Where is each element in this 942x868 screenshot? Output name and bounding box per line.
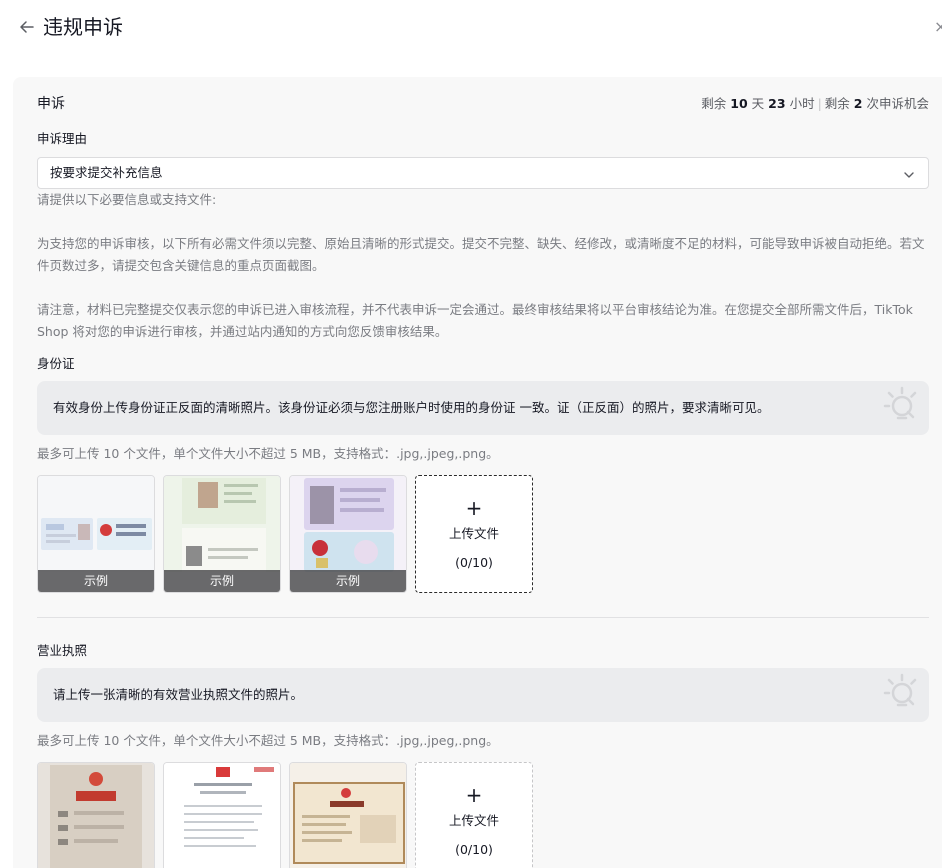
upload-count: (0/10) [455,555,493,570]
lightbulb-icon [881,672,921,712]
section-divider [37,617,929,618]
license-sample-2[interactable]: 示例 [163,762,281,868]
reason-label: 申诉理由 [37,131,88,146]
license-sample-1[interactable]: 示例 [37,762,155,868]
upload-label: 上传文件 [448,813,499,828]
license-tip-box: 请上传一张清晰的有效营业执照文件的照片。 [37,668,929,722]
lightbulb-icon [881,385,921,425]
license-photo-sample-image [38,763,154,868]
sample-caption: 示例 [38,570,154,592]
id-card-label: 身份证 [37,356,75,371]
remaining-chances: 2 [853,96,863,111]
reason-hint: 请提供以下必要信息或支持文件: [37,192,217,207]
hk-id-sample-image [290,476,406,572]
license-limit: 最多可上传 10 个文件，单个文件大小不超过 5 MB，支持格式：.jpg,.j… [37,733,499,748]
reason-selected-value: 按要求提交补充信息 [50,165,163,180]
license-certificate-sample-image [290,763,406,868]
id-card-sample-3[interactable]: 示例 [289,475,407,593]
section-title: 申诉 [37,96,65,112]
remaining-time: 剩余 10 天 23 小时 | 剩余 2 次申诉机会 [701,93,929,115]
id-card-sample-2[interactable]: 示例 [163,475,281,593]
page-title: 违规申诉 [43,15,123,39]
chances-prefix: 剩余 [824,96,850,111]
close-icon[interactable]: × [934,14,942,40]
day-unit: 天 [751,96,765,111]
remaining-prefix: 剩余 [701,96,727,111]
license-tip: 请上传一张清晰的有效营业执照文件的照片。 [53,687,304,702]
license-label: 营业执照 [37,643,88,658]
reason-paragraph-1: 为支持您的申诉审核，以下所有必需文件须以完整、原始且清晰的形式提交。提交不完整、… [37,236,925,273]
remaining-days: 10 [730,96,748,111]
license-document-sample-image [164,763,280,868]
upload-label: 上传文件 [448,526,499,541]
sample-caption: 示例 [290,570,406,592]
license-sample-3[interactable]: 示例 [289,762,407,868]
id-card-sample-image [38,476,154,572]
sample-caption: 示例 [164,570,280,592]
hour-unit: 小时 [789,96,815,111]
plus-icon: + [465,496,483,520]
separator: | [817,96,822,111]
upload-count: (0/10) [455,842,493,857]
id-card-limit: 最多可上传 10 个文件，单个文件大小不超过 5 MB，支持格式：.jpg,.j… [37,446,499,461]
plus-icon: + [465,783,483,807]
id-card-tip: 有效身份上传身份证正反面的清晰照片。该身份证必须与您注册账户时使用的身份证 一致… [53,400,770,415]
reason-select[interactable]: 按要求提交补充信息 [37,157,929,189]
back-arrow-icon[interactable] [16,16,38,38]
id-card-upload-button[interactable]: + 上传文件 (0/10) [415,475,533,593]
remaining-hours: 23 [768,96,786,111]
id-card-tip-box: 有效身份上传身份证正反面的清晰照片。该身份证必须与您注册账户时使用的身份证 一致… [37,381,929,435]
id-card-sample-1[interactable]: 示例 [37,475,155,593]
chances-suffix: 次申诉机会 [866,96,929,111]
reason-paragraph-2: 请注意，材料已完整提交仅表示您的申诉已进入审核流程，并不代表申诉一定会通过。最终… [37,302,913,339]
passport-sample-image [164,476,280,572]
chevron-down-icon [902,167,916,181]
license-upload-button[interactable]: + 上传文件 (0/10) [415,762,533,868]
header: 违规申诉 × [0,0,942,56]
